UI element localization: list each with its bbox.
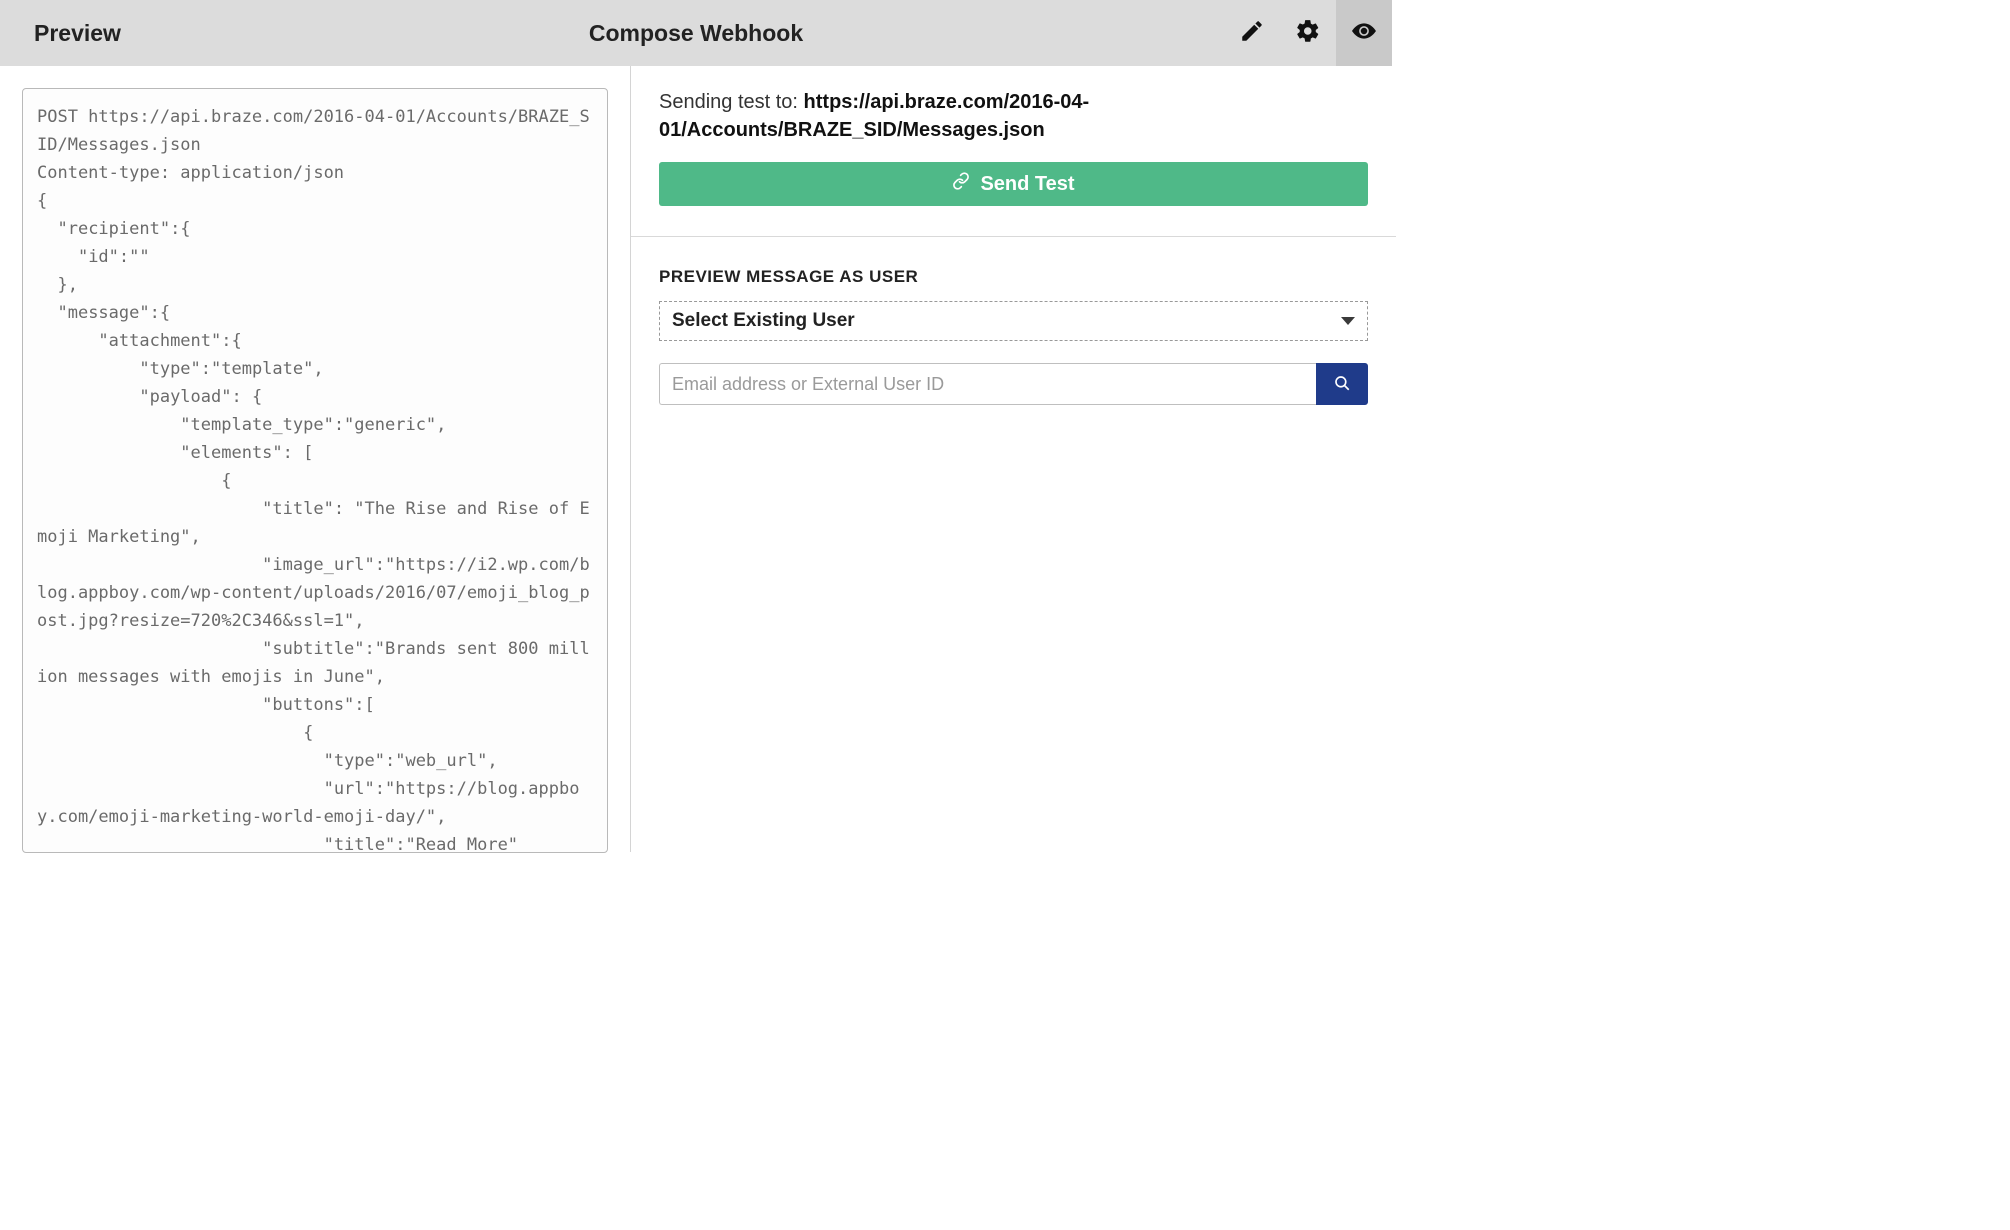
test-controls-pane: Sending test to: https://api.braze.com/2…	[631, 66, 1392, 852]
preview-button[interactable]	[1336, 0, 1392, 66]
user-mode-select[interactable]: Select Existing User	[659, 301, 1368, 341]
gear-icon	[1295, 18, 1321, 49]
app-header: Preview Compose Webhook	[0, 0, 1392, 66]
link-icon	[952, 172, 970, 196]
code-preview-pane: POST https://api.braze.com/2016-04-01/Ac…	[0, 66, 631, 852]
search-icon	[1333, 374, 1351, 395]
edit-button[interactable]	[1224, 0, 1280, 66]
eye-icon	[1351, 18, 1377, 49]
sending-target-row: Sending test to: https://api.braze.com/2…	[659, 66, 1368, 162]
send-test-button[interactable]: Send Test	[659, 162, 1368, 206]
user-search-row	[659, 363, 1368, 405]
user-mode-select-label: Select Existing User	[672, 310, 855, 332]
header-actions	[1224, 0, 1392, 66]
page-title-left: Preview	[0, 20, 121, 47]
preview-user-section-title: PREVIEW MESSAGE AS USER	[659, 237, 1368, 301]
pencil-icon	[1239, 18, 1265, 49]
webhook-request-preview: POST https://api.braze.com/2016-04-01/Ac…	[22, 88, 608, 853]
user-search-button[interactable]	[1316, 363, 1368, 405]
content-wrapper: POST https://api.braze.com/2016-04-01/Ac…	[0, 66, 1392, 852]
page-title-center: Compose Webhook	[589, 20, 803, 47]
sending-label: Sending test to:	[659, 91, 804, 113]
user-search-input[interactable]	[659, 363, 1316, 405]
settings-button[interactable]	[1280, 0, 1336, 66]
send-test-label: Send Test	[980, 173, 1074, 196]
chevron-down-icon	[1341, 317, 1355, 325]
